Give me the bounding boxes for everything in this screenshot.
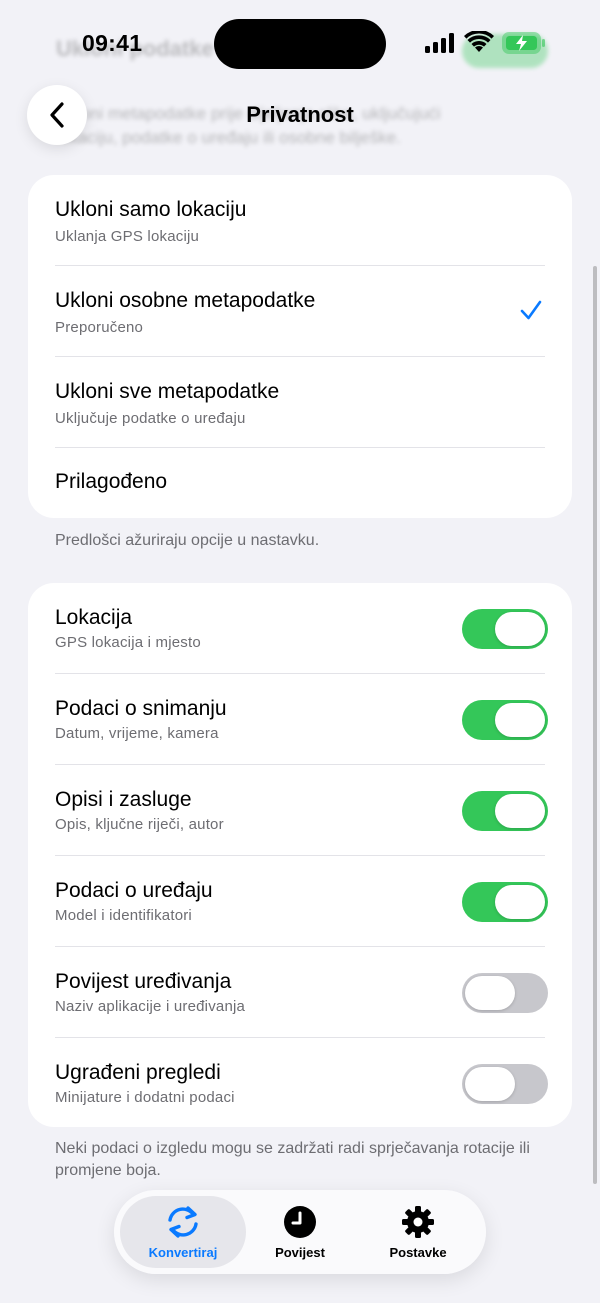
option-title: Opisi i zasluge [55,788,192,811]
option-title: Ugrađeni pregledi [55,1061,221,1084]
checkmark-icon [520,300,542,320]
toggle-knob [495,703,545,737]
presets-footer: Predlošci ažuriraju opcije u nastavku. [55,532,320,549]
preset-title: Ukloni sve metapodatke [55,380,280,403]
location-toggle[interactable] [462,609,548,649]
tab-history[interactable]: Povijest [250,1190,350,1274]
toggle-knob [495,612,545,646]
preset-row[interactable]: Ukloni sve metapodatke Uključuje podatke… [28,357,572,448]
tab-label: Povijest [275,1244,325,1260]
dynamic-island [214,19,386,69]
option-subtitle: Datum, vrijeme, kamera [55,725,219,742]
status-time: 09:41 [82,30,143,56]
toggle-knob [495,794,545,828]
descriptions-credits-toggle[interactable] [462,791,548,831]
tab-bar: Konvertiraj Povijest Postavke [114,1190,486,1274]
toggle-knob [465,976,515,1010]
option-row: Opisi i zasluge Opis, ključne riječi, au… [28,765,572,856]
options-group: Lokacija GPS lokacija i mjesto Podaci o … [28,583,572,1127]
preset-row[interactable]: Ukloni samo lokaciju Uklanja GPS lokacij… [28,175,572,266]
preset-subtitle: Uključuje podatke o uređaju [55,410,246,427]
preset-row[interactable]: Prilagođeno [28,448,572,518]
device-data-toggle[interactable] [462,882,548,922]
embedded-previews-toggle[interactable] [462,1064,548,1104]
presets-group: Ukloni samo lokaciju Uklanja GPS lokacij… [28,175,572,518]
battery-charging-icon [502,32,545,54]
tab-settings[interactable]: Postavke [368,1190,468,1274]
edit-history-toggle[interactable] [462,973,548,1013]
convert-arrows-icon [168,1205,198,1238]
option-subtitle: Minijature i dodatni podaci [55,1089,235,1106]
option-title: Povijest uređivanja [55,970,232,993]
clock-icon [284,1205,316,1238]
tab-label: Postavke [389,1244,447,1260]
cellular-signal-icon [425,33,454,53]
wifi-icon [464,31,494,52]
preset-title: Prilagođeno [55,470,168,493]
preset-subtitle: Preporučeno [55,319,144,336]
preset-subtitle: Uklanja GPS lokaciju [55,228,200,245]
toggle-knob [495,885,545,919]
option-subtitle: Naziv aplikacije i uređivanja [55,998,246,1015]
option-row: Podaci o uređaju Model i identifikatori [28,856,572,947]
tab-convert[interactable]: Konvertiraj [120,1196,246,1268]
preset-row[interactable]: Ukloni osobne metapodatke Preporučeno [28,266,572,357]
preset-title: Ukloni osobne metapodatke [55,289,316,312]
capture-data-toggle[interactable] [462,700,548,740]
gear-icon [402,1205,434,1238]
tab-label: Konvertiraj [148,1244,218,1260]
option-subtitle: Model i identifikatori [55,907,192,924]
status-bar: 09:41 [0,0,600,90]
page-title: Privatnost [246,102,354,127]
option-row: Lokacija GPS lokacija i mjesto [28,583,572,674]
option-row: Povijest uređivanja Naziv aplikacije i u… [28,947,572,1038]
option-row: Podaci o snimanju Datum, vrijeme, kamera [28,674,572,765]
option-title: Lokacija [55,606,133,629]
toggle-knob [465,1067,515,1101]
option-title: Podaci o snimanju [55,697,227,720]
option-row: Ugrađeni pregledi Minijature i dodatni p… [28,1038,572,1127]
option-subtitle: GPS lokacija i mjesto [55,634,201,651]
options-footer: Neki podaci o izgledu mogu se zadržati r… [55,1140,530,1179]
preset-title: Ukloni samo lokaciju [55,198,247,221]
option-subtitle: Opis, ključne riječi, autor [55,816,224,833]
scrollbar[interactable] [593,266,597,1184]
option-title: Podaci o uređaju [55,879,213,902]
